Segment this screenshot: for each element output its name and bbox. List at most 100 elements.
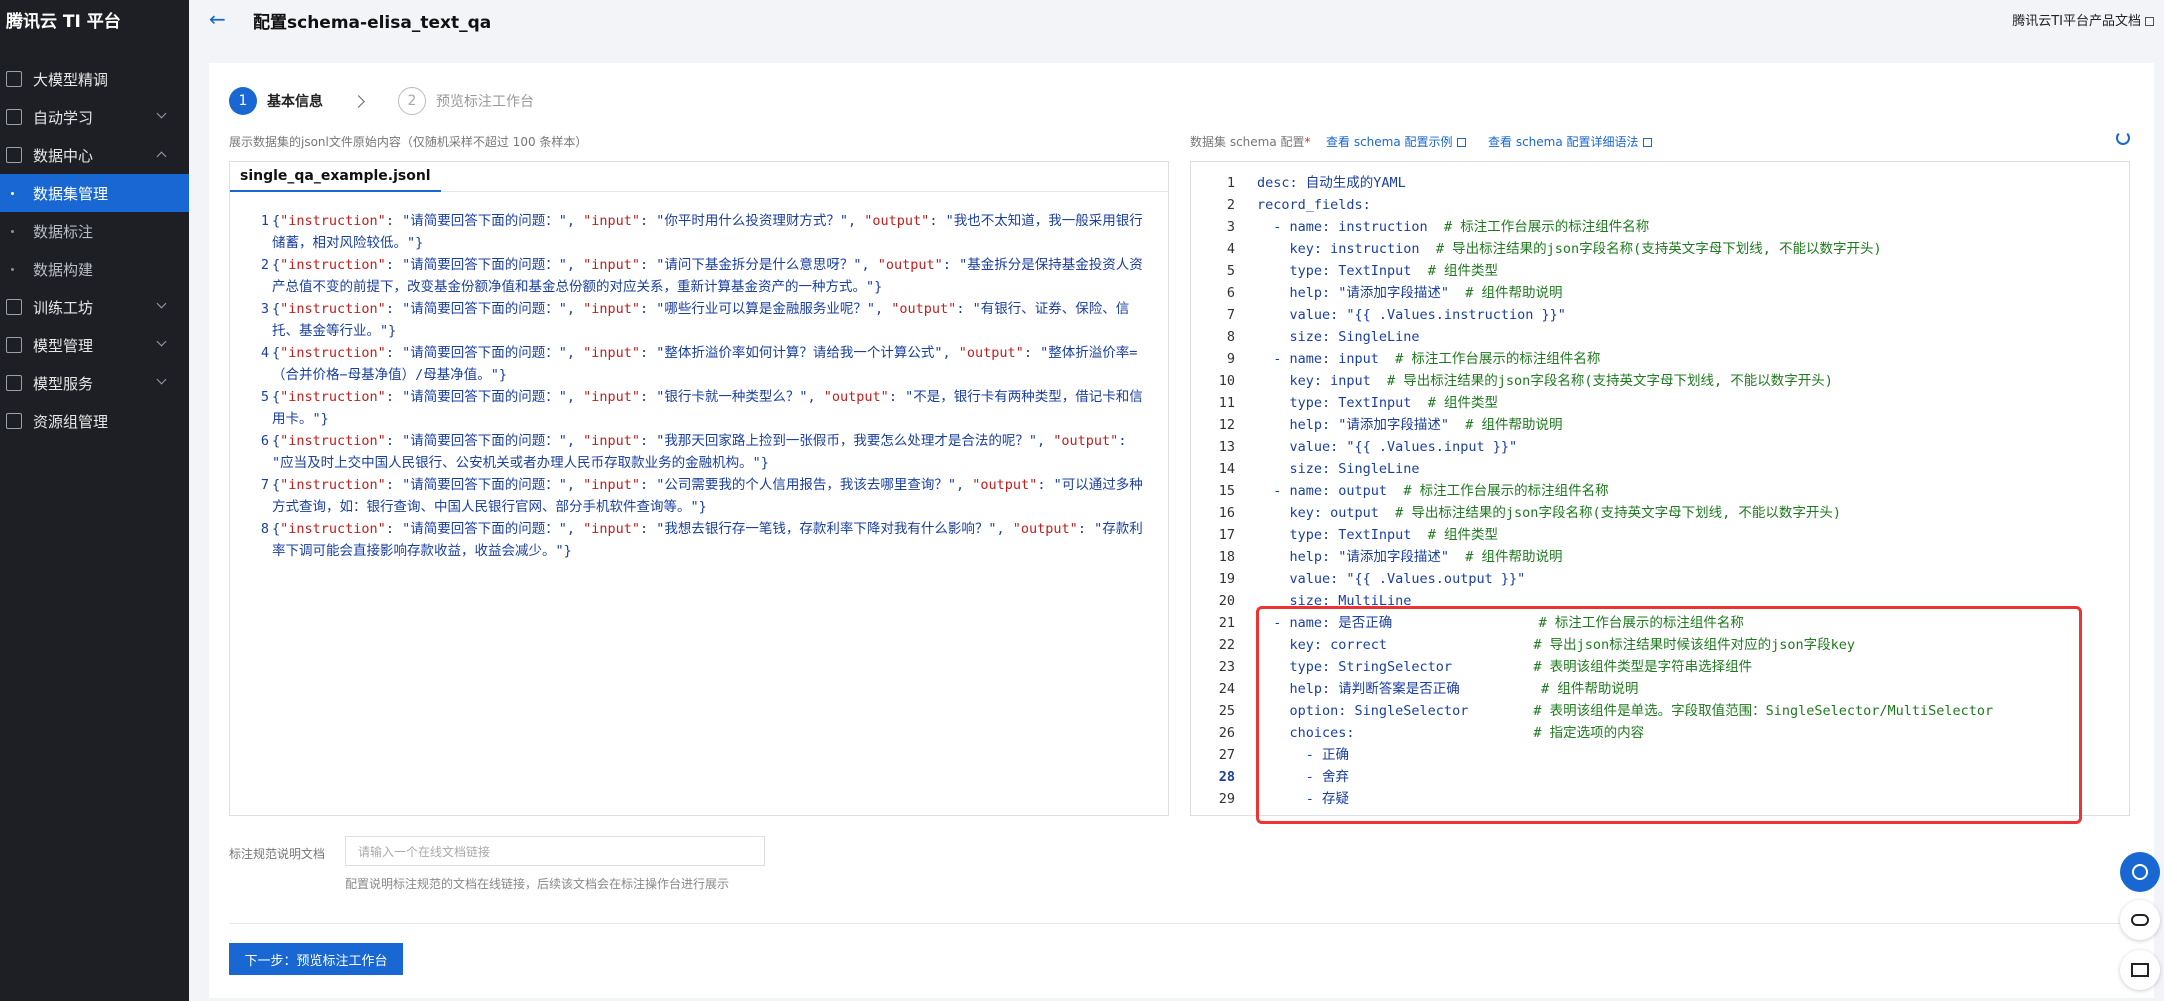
line-number: 15: [1218, 483, 1235, 499]
yaml-line: 5 type: TextInput # 组件类型: [1191, 260, 2129, 282]
jsonl-text: {"instruction": "请简要回答下面的问题：", "input": …: [272, 477, 1143, 515]
sidebar-item-training[interactable]: 训练工坊: [0, 288, 189, 326]
chevron-up-icon: [156, 151, 167, 162]
yaml-line: 2 record_fields:: [1191, 194, 2129, 216]
doc-hint: 配置说明标注规范的文档在线链接，后续该文档会在标注操作台进行展示: [345, 877, 730, 891]
line-number: 6: [1226, 285, 1235, 301]
line-number: 23: [1218, 659, 1235, 675]
yaml-comment: # 组件帮助说明: [1465, 417, 1563, 433]
yaml-comment: # 标注工作台展示的标注组件名称: [1443, 219, 1650, 235]
yaml-line: 15 - name: output # 标注工作台展示的标注组件名称: [1191, 480, 2129, 502]
sidebar-item-resource-group[interactable]: 资源组管理: [0, 402, 189, 440]
yaml-line: 10 key: input # 导出标注结果的json字段名称(支持英文字母下划…: [1191, 370, 2129, 392]
schema-example-link[interactable]: 查看 schema 配置示例: [1326, 133, 1466, 150]
sidebar-item-data-build[interactable]: 数据构建: [0, 250, 189, 288]
jsonl-instruction-value: 请简要回答下面的问题：: [410, 477, 559, 493]
jsonl-input-value: 我想去银行存一笔钱，存款利率下降对我有什么影响？: [664, 521, 989, 537]
line-number: 11: [1218, 395, 1235, 411]
chevron-down-icon: [156, 298, 167, 309]
line-number: 17: [1218, 527, 1235, 543]
line-number: 27: [1218, 747, 1235, 763]
yaml-line: 4 key: instruction # 导出标注结果的json字段名称(支持英…: [1191, 238, 2129, 260]
line-number: 9: [1226, 351, 1235, 367]
cloud-icon: [2131, 914, 2149, 926]
yaml-code: key: input: [1257, 373, 1388, 389]
yaml-code: desc: 自动生成的YAML: [1257, 175, 1406, 191]
line-number: 16: [1218, 505, 1235, 521]
yaml-code: - name: output: [1257, 483, 1404, 499]
next-button[interactable]: 下一步：预览标注工作台: [229, 943, 403, 975]
jsonl-instruction-value: 请简要回答下面的问题：: [410, 345, 559, 361]
jsonl-text: {"instruction": "请简要回答下面的问题：", "input": …: [272, 521, 1143, 559]
support-button[interactable]: [2120, 852, 2160, 892]
jsonl-input-value: 我那天回家路上捡到一张假币，我要怎么处理才是合法的呢？: [664, 433, 1029, 449]
line-number: 21: [1218, 615, 1235, 631]
line-number: 29: [1218, 791, 1235, 807]
yaml-line: 9 - name: input # 标注工作台展示的标注组件名称: [1191, 348, 2129, 370]
jsonl-instruction-value: 请简要回答下面的问题：: [410, 301, 559, 317]
external-link-icon: [2145, 17, 2154, 26]
jsonl-text: {"instruction": "请简要回答下面的问题：", "input": …: [272, 301, 1130, 339]
yaml-comment: # 导出标注结果的json字段名称(支持英文字母下划线, 不能以数字开头): [1395, 505, 1841, 521]
yaml-line: 6 help: "请添加字段描述" # 组件帮助说明: [1191, 282, 2129, 304]
line-number: 19: [1218, 571, 1235, 587]
line-number: 4: [260, 345, 269, 361]
line-number: 10: [1218, 373, 1235, 389]
sidebar-item-data-labeling[interactable]: 数据标注: [0, 212, 189, 250]
file-tab[interactable]: single_qa_example.jsonl: [230, 162, 441, 192]
jsonl-line: 3 {"instruction": "请简要回答下面的问题：", "input":…: [248, 298, 1153, 342]
yaml-comment: # 组件类型: [1427, 395, 1498, 411]
sidebar: 腾讯云 TI 平台 大模型精调 自动学习 数据中心 数据集管理 数据标注 数据构…: [0, 0, 189, 1001]
sidebar-item-llm-finetune[interactable]: 大模型精调: [0, 60, 189, 98]
line-number: 24: [1218, 681, 1235, 697]
jsonl-viewer[interactable]: single_qa_example.jsonl 1 {"instruction":…: [229, 161, 1169, 816]
step-number: 2: [398, 87, 426, 115]
doc-link-input[interactable]: 请输入一个在线文档链接: [345, 836, 765, 866]
line-number: 2: [260, 257, 269, 273]
data-center-icon: [6, 147, 22, 163]
jsonl-content: 1 {"instruction": "请简要回答下面的问题：", "input":…: [248, 210, 1153, 562]
yaml-code: type: TextInput: [1257, 395, 1428, 411]
yaml-line: 17 type: TextInput # 组件类型: [1191, 524, 2129, 546]
line-number: 22: [1218, 637, 1235, 653]
yaml-code: key: output: [1257, 505, 1396, 521]
jsonl-text: {"instruction": "请简要回答下面的问题：", "input": …: [272, 213, 1143, 251]
automl-icon: [6, 109, 22, 125]
header: ← 配置schema-elisa_text_qa 腾讯云TI平台产品文档: [189, 0, 2164, 40]
line-number: 7: [1226, 307, 1235, 323]
jsonl-description: 展示数据集的jsonl文件原始内容（仅随机采样不超过 100 条样本）: [229, 135, 588, 149]
yaml-line: 11 type: TextInput # 组件类型: [1191, 392, 2129, 414]
line-number: 4: [1226, 241, 1235, 257]
schema-label-text: 数据集 schema 配置: [1190, 135, 1305, 149]
line-number: 13: [1218, 439, 1235, 455]
product-doc-label: 腾讯云TI平台产品文档: [2012, 14, 2141, 29]
model-icon: [6, 337, 22, 353]
back-arrow-icon[interactable]: ←: [209, 7, 226, 31]
jsonl-input-value: 公司需要我的个人信用报告，我该去哪里查询？: [664, 477, 948, 493]
resource-icon: [6, 413, 22, 429]
yaml-line: 16 key: output # 导出标注结果的json字段名称(支持英文字母下…: [1191, 502, 2129, 524]
sidebar-item-dataset-management[interactable]: 数据集管理: [0, 174, 189, 212]
yaml-line: 1 desc: 自动生成的YAML: [1191, 172, 2129, 194]
yaml-comment: # 组件类型: [1427, 527, 1498, 543]
sidebar-item-data-center[interactable]: 数据中心: [0, 136, 189, 174]
cloud-button[interactable]: [2120, 900, 2160, 940]
sidebar-item-automl[interactable]: 自动学习: [0, 98, 189, 136]
yaml-code: help: "请添加字段描述": [1257, 549, 1466, 565]
chevron-down-icon: [156, 108, 167, 119]
book-icon: [2131, 963, 2149, 977]
page-title: 配置schema-elisa_text_qa: [253, 13, 492, 33]
jsonl-text: {"instruction": "请简要回答下面的问题：", "input": …: [272, 389, 1143, 427]
sidebar-item-model-service[interactable]: 模型服务: [0, 364, 189, 402]
step-label: 预览标注工作台: [436, 94, 534, 110]
product-doc-link[interactable]: 腾讯云TI平台产品文档: [2012, 10, 2154, 29]
yaml-line: 7 value: "{{ .Values.instruction }}": [1191, 304, 2129, 326]
jsonl-instruction-value: 请简要回答下面的问题：: [410, 213, 559, 229]
schema-syntax-link[interactable]: 查看 schema 配置详细语法: [1488, 133, 1652, 150]
docs-button[interactable]: [2120, 950, 2160, 990]
jsonl-line: 8 {"instruction": "请简要回答下面的问题：", "input":…: [248, 518, 1153, 562]
refresh-icon[interactable]: [2116, 131, 2130, 145]
sidebar-item-model-management[interactable]: 模型管理: [0, 326, 189, 364]
bullet-icon: [11, 267, 14, 271]
yaml-comment: # 组件类型: [1427, 263, 1498, 279]
